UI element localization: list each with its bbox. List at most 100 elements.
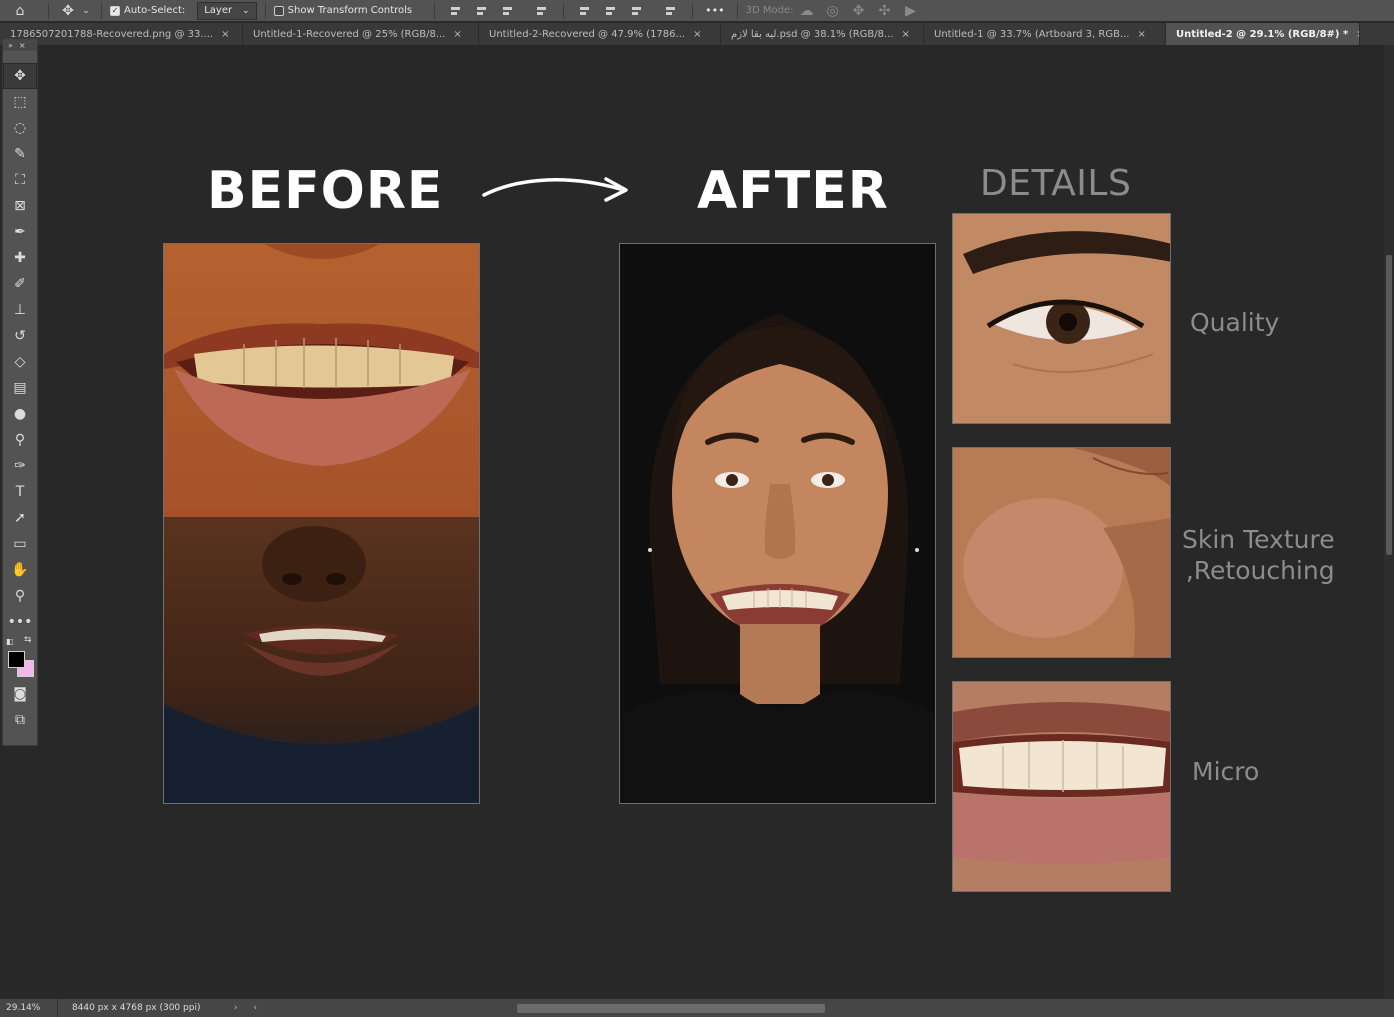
quick-select-icon: ✎ — [14, 146, 26, 162]
horizontal-scrollbar[interactable] — [265, 1002, 1394, 1014]
edit-toolbar[interactable]: ••• — [3, 609, 37, 635]
3d-roll-icon[interactable]: ◎ — [819, 3, 845, 19]
close-icon[interactable]: × — [453, 29, 461, 40]
marquee-tool[interactable]: ⬚ — [3, 89, 37, 115]
document-tab[interactable]: Untitled-1-Recovered @ 25% (RGB/8... × — [243, 23, 479, 45]
layer-dropdown[interactable]: Layer ⌄ — [197, 1, 257, 20]
detail-teeth-image — [953, 682, 1170, 891]
align-left-icon[interactable] — [449, 4, 463, 18]
rectangle-icon: ▭ — [13, 536, 27, 552]
chevron-left-icon[interactable]: ‹ — [253, 1003, 257, 1013]
align-top-icon[interactable] — [578, 4, 592, 18]
distribute-vertical-icon[interactable] — [664, 4, 678, 18]
chevron-right-icon[interactable]: › — [234, 1003, 238, 1013]
3d-slide-icon[interactable]: ✣ — [871, 3, 897, 19]
status-bar: 29.14% 8440 px x 4768 px (300 ppi) › ‹ — [0, 998, 1394, 1017]
quick-mask-tool[interactable]: ◙ — [3, 681, 37, 707]
close-icon[interactable]: × — [693, 29, 701, 40]
align-right-icon[interactable] — [501, 4, 515, 18]
align-bottom-icon[interactable] — [630, 4, 644, 18]
align-vertical-center-icon[interactable] — [604, 4, 618, 18]
document-info[interactable]: 8440 px x 4768 px (300 ppi) — [58, 1003, 226, 1013]
detail-teeth-photo[interactable] — [952, 681, 1171, 892]
3d-scale-icon[interactable]: ▶ — [897, 3, 923, 19]
close-icon[interactable]: × — [902, 29, 910, 40]
tab-label: Untitled-2-Recovered @ 47.9% (1786... — [489, 28, 686, 40]
clone-stamp-tool[interactable]: ⊥ — [3, 297, 37, 323]
tab-label: Untitled-1 @ 33.7% (Artboard 3, RGB... — [934, 28, 1130, 40]
eraser-tool[interactable]: ◇ — [3, 349, 37, 375]
brush-icon: ✐ — [14, 276, 26, 292]
crop-tool[interactable]: ⛶ — [3, 167, 37, 193]
document-tab-active[interactable]: Untitled-2 @ 29.1% (RGB/8#) * × — [1166, 23, 1360, 45]
gradient-tool[interactable]: ▤ — [3, 375, 37, 401]
move-tool[interactable]: ✥ — [3, 63, 37, 89]
zoom-level[interactable]: 29.14% — [0, 999, 58, 1017]
document-tab[interactable]: Untitled-2-Recovered @ 47.9% (1786... × — [479, 23, 721, 45]
before-photo[interactable] — [163, 243, 480, 804]
eyedropper-icon: ✒ — [14, 224, 26, 240]
expand-icon[interactable]: » — [8, 41, 13, 50]
more-options-button[interactable]: ••• — [705, 4, 724, 17]
divider — [434, 2, 436, 19]
home-icon[interactable]: ⌂ — [0, 3, 40, 19]
before-photo-image — [164, 244, 479, 803]
close-icon[interactable]: × — [221, 29, 229, 40]
after-photo[interactable] — [619, 243, 936, 804]
screen-mode-tool[interactable]: ⧉ — [3, 707, 37, 733]
vertical-scrollbar[interactable] — [1384, 45, 1394, 998]
tools-panel-header[interactable]: » × — [3, 39, 37, 51]
eyedropper-tool[interactable]: ✒ — [3, 219, 37, 245]
tab-label: ليه بقا لازم.psd @ 38.1% (RGB/8... — [731, 28, 894, 40]
crop-icon: ⛶ — [15, 172, 25, 188]
document-canvas[interactable]: BEFORE AFTER DETAILS Quality Skin Textur… — [40, 45, 1384, 998]
quick-select-tool[interactable]: ✎ — [3, 141, 37, 167]
document-tab[interactable]: Untitled-1 @ 33.7% (Artboard 3, RGB... × — [924, 23, 1166, 45]
align-horizontal-center-icon[interactable] — [475, 4, 489, 18]
pen-tool[interactable]: ✑ — [3, 453, 37, 479]
type-tool[interactable]: T — [3, 479, 37, 505]
3d-orbit-icon[interactable]: ☁ — [793, 3, 819, 19]
path-select-tool[interactable]: ➚ — [3, 505, 37, 531]
close-icon[interactable]: × — [1137, 29, 1145, 40]
gradient-icon: ▤ — [13, 380, 27, 396]
brush-tool[interactable]: ✐ — [3, 271, 37, 297]
blur-tool[interactable]: ● — [3, 401, 37, 427]
detail-label-quality: Quality — [1190, 308, 1280, 337]
options-bar: ⌂ ✥ ⌄ ✓ Auto-Select: Layer ⌄ Show Transf… — [0, 0, 1394, 22]
auto-select-checkbox[interactable]: ✓ — [110, 5, 120, 16]
distribute-horizontal-icon[interactable] — [535, 4, 549, 18]
rectangle-tool[interactable]: ▭ — [3, 531, 37, 557]
swap-colors-icon[interactable]: ⇆ — [24, 635, 32, 645]
detail-eye-photo[interactable] — [952, 213, 1171, 424]
frame-tool[interactable]: ⊠ — [3, 193, 37, 219]
document-tab[interactable]: ليه بقا لازم.psd @ 38.1% (RGB/8... × — [721, 23, 924, 45]
3d-pan-icon[interactable]: ✥ — [845, 3, 871, 19]
horizontal-scroll-thumb[interactable] — [517, 1004, 826, 1013]
close-icon[interactable]: × — [19, 41, 26, 50]
dodge-tool[interactable]: ⚲ — [3, 427, 37, 453]
tab-label: 1786507201788-Recovered.png @ 33.... — [10, 28, 214, 40]
editbar-icon: ••• — [7, 614, 33, 630]
zoom-tool[interactable]: ⚲ — [3, 583, 37, 609]
type-icon: T — [15, 484, 25, 500]
auto-select-label: Auto-Select: — [124, 5, 186, 16]
close-icon[interactable]: × — [1356, 29, 1359, 40]
divider — [736, 2, 738, 19]
vertical-scroll-thumb[interactable] — [1386, 255, 1392, 555]
default-colors-icon[interactable]: ◧ — [6, 637, 14, 646]
document-tabs: 1786507201788-Recovered.png @ 33.... × Un… — [0, 23, 1394, 45]
move-icon[interactable]: ✥ — [57, 3, 79, 19]
show-transform-checkbox[interactable] — [273, 5, 284, 16]
detail-eye-image — [953, 214, 1170, 423]
detail-skin-photo[interactable] — [952, 447, 1171, 658]
history-brush-icon: ↺ — [14, 328, 26, 344]
healing-brush-tool[interactable]: ✚ — [3, 245, 37, 271]
hand-tool[interactable]: ✋ — [3, 557, 37, 583]
lasso-icon: ◌ — [13, 120, 27, 136]
chevron-down-icon[interactable]: ⌄ — [79, 6, 93, 16]
history-brush-tool[interactable]: ↺ — [3, 323, 37, 349]
eraser-icon: ◇ — [14, 354, 26, 370]
lasso-tool[interactable]: ◌ — [3, 115, 37, 141]
foreground-color-swatch[interactable] — [8, 651, 25, 668]
